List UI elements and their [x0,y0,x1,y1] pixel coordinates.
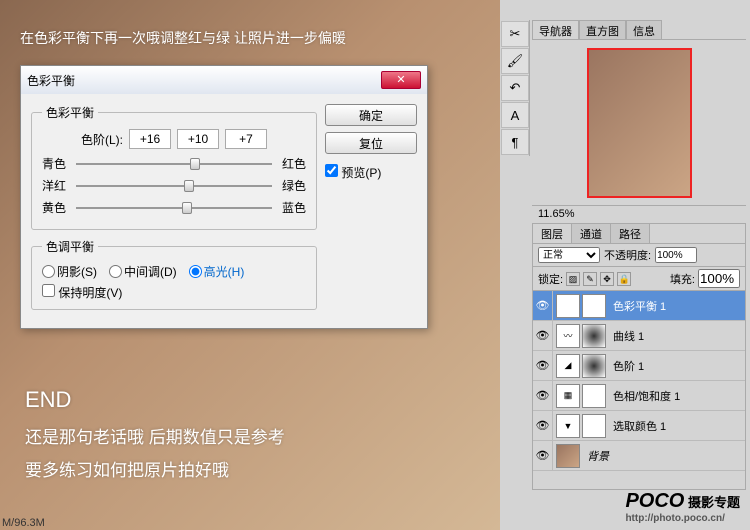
history-icon[interactable]: ↶ [501,75,529,101]
layer-name: 背景 [583,448,609,464]
eye-icon[interactable]: 👁 [533,291,553,320]
midtones-radio[interactable]: 中间调(D) [109,263,177,280]
status-bar: M/96.3M [0,516,47,530]
layers-panel: 图层 通道 路径 正常 不透明度: 锁定: ▨ ✎ ✥ 🔒 填充: 👁 ⚖ 色彩… [532,223,746,490]
lock-paint-icon[interactable]: ✎ [583,272,597,286]
tab-paths[interactable]: 路径 [611,224,650,243]
adj-icon: 〰 [556,324,580,348]
adj-icon: ◢ [556,354,580,378]
tab-histogram[interactable]: 直方图 [579,20,626,39]
eye-icon[interactable]: 👁 [533,321,553,350]
layer-name: 色阶 1 [609,358,644,374]
slider-yellow-label: 黄色 [42,199,70,216]
mask-thumb [582,324,606,348]
tab-navigator[interactable]: 导航器 [532,20,579,39]
adj-icon: ⚖ [556,294,580,318]
eye-icon[interactable]: 👁 [533,381,553,410]
slider-cyan-label: 青色 [42,155,70,172]
tool-icon[interactable]: ✂ [501,21,529,47]
reset-button[interactable]: 复位 [325,132,417,154]
mask-thumb [582,384,606,408]
mask-thumb [582,294,606,318]
fill-input[interactable] [698,269,740,288]
layer-name: 曲线 1 [609,328,644,344]
eye-icon[interactable]: 👁 [533,411,553,440]
lock-trans-icon[interactable]: ▨ [566,272,580,286]
footer-logo: POCO 摄影专题 http://photo.poco.cn/ [625,490,740,524]
tab-layers[interactable]: 图层 [533,224,572,243]
brush-icon[interactable]: 🖌 [501,48,529,74]
text-icon[interactable]: A [501,102,529,128]
layer-row[interactable]: 👁 背景 [533,441,745,471]
bg-thumb [556,444,580,468]
opacity-label: 不透明度: [604,247,651,263]
tab-info[interactable]: 信息 [626,20,662,39]
close-button[interactable]: ✕ [381,71,421,89]
layer-row[interactable]: 👁 ⚖ 色彩平衡 1 [533,291,745,321]
navigator-thumb [587,48,692,198]
panels-area: ✂ 🖌 ↶ A ¶ 导航器 直方图 信息 11.65% 图层 通道 路径 正常 … [500,0,750,530]
layer-row[interactable]: 👁 〰 曲线 1 [533,321,745,351]
layer-name: 色相/饱和度 1 [609,388,680,404]
layer-row[interactable]: 👁 ◢ 色阶 1 [533,351,745,381]
opacity-input[interactable] [655,247,697,263]
blend-mode-select[interactable]: 正常 [538,247,600,263]
tutorial-line3: 要多练习如何把原片拍好哦 [25,456,229,481]
eye-icon[interactable]: 👁 [533,441,553,470]
tutorial-intro: 在色彩平衡下再一次哦调整红与绿 让照片进一步偏暖 [20,28,346,48]
color-balance-legend: 色彩平衡 [42,104,98,121]
preserve-lum-checkbox[interactable]: 保持明度(V) [42,286,122,300]
level-input-2[interactable] [177,129,219,149]
lock-all-icon[interactable]: 🔒 [617,272,631,286]
navigator-preview[interactable] [532,40,746,205]
slider-cyan-red[interactable] [76,156,272,172]
zoom-level[interactable]: 11.65% [532,205,746,223]
layer-row[interactable]: 👁 ▦ 色相/饱和度 1 [533,381,745,411]
lock-pos-icon[interactable]: ✥ [600,272,614,286]
slider-yellow-blue[interactable] [76,200,272,216]
layer-row[interactable]: 👁 ▼ 选取颜色 1 [533,411,745,441]
layer-name: 色彩平衡 1 [609,298,666,314]
mask-thumb [582,414,606,438]
fill-label: 填充: [670,271,695,287]
tutorial-end: END [25,387,71,413]
tool-column: ✂ 🖌 ↶ A ¶ [500,20,530,156]
shadows-radio[interactable]: 阴影(S) [42,263,97,280]
layer-list: 👁 ⚖ 色彩平衡 1 👁 〰 曲线 1 👁 ◢ 色阶 1 👁 ▦ 色相/饱和度 … [533,291,745,471]
ok-button[interactable]: 确定 [325,104,417,126]
level-input-3[interactable] [225,129,267,149]
slider-magenta-green[interactable] [76,178,272,194]
slider-blue-label: 蓝色 [278,199,306,216]
adj-icon: ▼ [556,414,580,438]
tab-channels[interactable]: 通道 [572,224,611,243]
layer-name: 选取颜色 1 [609,418,666,434]
preview-checkbox[interactable]: 预览(P) [325,164,417,181]
lock-label: 锁定: [538,271,563,287]
paragraph-icon[interactable]: ¶ [501,129,529,155]
slider-magenta-label: 洋红 [42,177,70,194]
tutorial-line2: 还是那句老话哦 后期数值只是参考 [25,423,285,448]
dialog-title: 色彩平衡 [27,72,381,89]
mask-thumb [582,354,606,378]
slider-green-label: 绿色 [278,177,306,194]
tone-balance-group: 色调平衡 阴影(S) 中间调(D) 高光(H) 保持明度(V) [31,238,317,310]
eye-icon[interactable]: 👁 [533,351,553,380]
color-balance-group: 色彩平衡 色阶(L): 青色 红色 洋红 绿色 [31,104,317,230]
navigator-panel: 导航器 直方图 信息 11.65% [532,20,746,223]
levels-label: 色阶(L): [81,131,123,148]
highlights-radio[interactable]: 高光(H) [189,263,245,280]
footer-url: http://photo.poco.cn/ [625,513,740,524]
adj-icon: ▦ [556,384,580,408]
color-balance-dialog: 色彩平衡 ✕ 色彩平衡 色阶(L): 青色 红色 洋红 [20,65,428,329]
slider-red-label: 红色 [278,155,306,172]
tone-balance-legend: 色调平衡 [42,238,98,255]
dialog-titlebar[interactable]: 色彩平衡 ✕ [21,66,427,94]
level-input-1[interactable] [129,129,171,149]
